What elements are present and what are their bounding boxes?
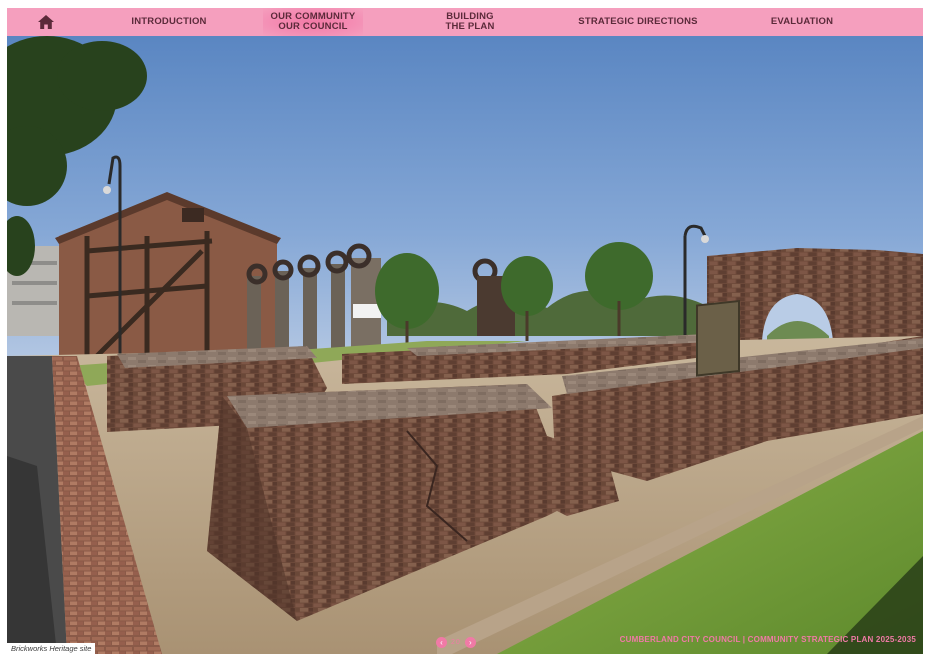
chevron-left-icon[interactable]: ‹ bbox=[436, 636, 447, 648]
home-icon[interactable] bbox=[37, 14, 55, 30]
nav-evaluation-label: EVALUATION bbox=[770, 16, 834, 27]
photo-caption: Brickworks Heritage site bbox=[7, 643, 96, 655]
page-number: 20 bbox=[451, 638, 461, 646]
nav-introduction-label: INTRODUCTION bbox=[131, 16, 207, 27]
nav-strategic-directions-label: STRATEGIC DIRECTIONS bbox=[578, 16, 698, 27]
heritage-site-photo bbox=[7, 36, 923, 654]
nav-our-community-our-council[interactable]: OUR COMMUNITY OUR COUNCIL bbox=[263, 8, 363, 36]
top-navigation: INTRODUCTION OUR COMMUNITY OUR COUNCIL B… bbox=[7, 8, 923, 36]
chevron-right-icon[interactable]: › bbox=[464, 636, 476, 648]
page: INTRODUCTION OUR COMMUNITY OUR COUNCIL B… bbox=[0, 0, 930, 660]
nav-the-plan-label: THE PLAN bbox=[445, 21, 495, 32]
document-title: CUMBERLAND CITY COUNCIL | COMMUNITY STRA… bbox=[619, 635, 916, 644]
nav-our-council-label: OUR COUNCIL bbox=[278, 21, 348, 32]
page-navigator: ‹ 20 › bbox=[436, 636, 476, 648]
nav-evaluation[interactable]: EVALUATION bbox=[757, 8, 847, 36]
nav-strategic-directions[interactable]: STRATEGIC DIRECTIONS bbox=[573, 8, 703, 36]
nav-building-the-plan[interactable]: BUILDING THE PLAN bbox=[420, 8, 520, 36]
nav-introduction[interactable]: INTRODUCTION bbox=[119, 8, 219, 36]
